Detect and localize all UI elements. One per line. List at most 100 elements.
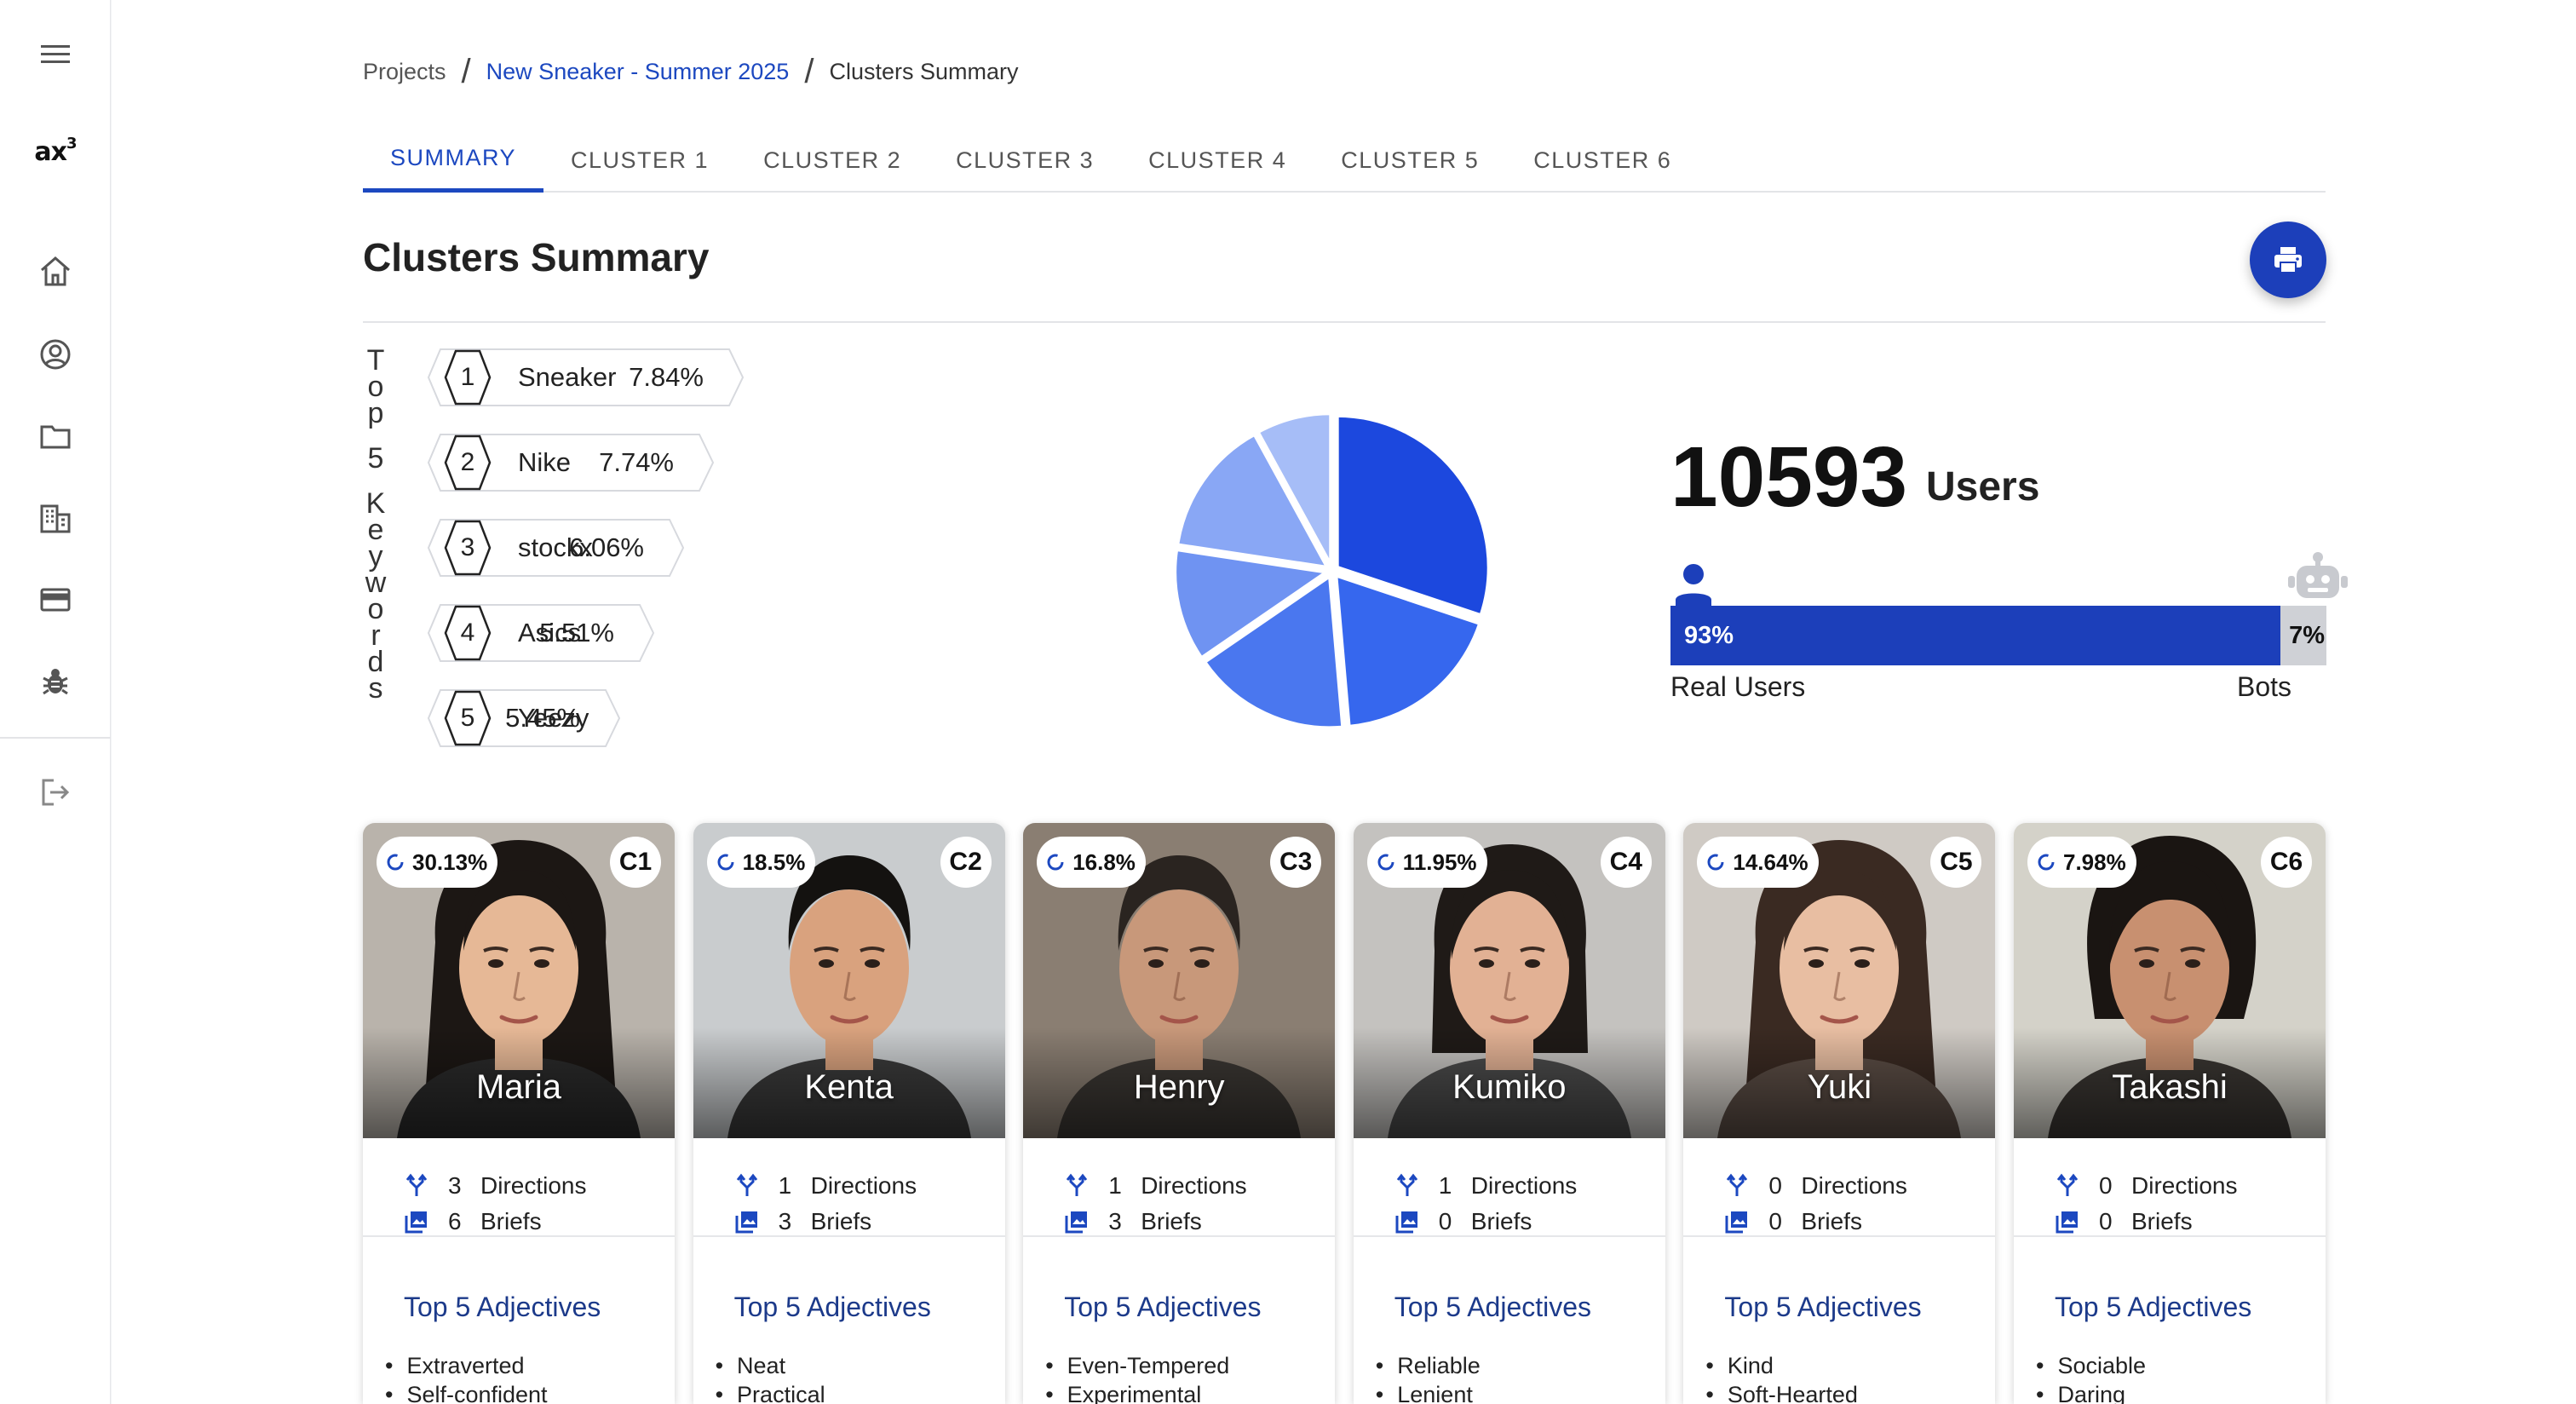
directions-stat: 3 Directions — [404, 1169, 586, 1203]
cluster-photo: Kumiko 11.95% C4 — [1353, 823, 1665, 1138]
adjectives-list: ExtravertedSelf-confident — [385, 1353, 547, 1404]
breadcrumb-current: Clusters Summary — [829, 58, 1019, 84]
cluster-card[interactable]: Kenta 18.5% C2 1 Directions 3 Briefs Top 5 Adje… — [693, 823, 1005, 1404]
image-stack-icon — [1725, 1211, 1748, 1234]
cluster-id-badge: C4 — [1600, 837, 1652, 888]
fork-icon — [1727, 1173, 1748, 1196]
keyword-row[interactable]: 2 Nike 7.74% — [427, 433, 716, 492]
briefs-count: 3 — [778, 1208, 792, 1234]
tab-cluster-4[interactable]: CLUSTER 4 — [1121, 128, 1314, 193]
fork-icon — [736, 1173, 757, 1196]
cluster-stats: 1 Directions 0 Briefs — [1353, 1138, 1665, 1237]
real-users-pct: 93% — [1684, 621, 1734, 649]
directions-stat: 1 Directions — [734, 1169, 917, 1203]
adjectives-list: Even-TemperedExperimental — [1045, 1353, 1230, 1404]
adjective-item: Daring — [2036, 1382, 2146, 1404]
cluster-photo: Maria 30.13% C1 — [363, 823, 675, 1138]
briefs-count: 0 — [1768, 1208, 1782, 1234]
keyword-rank: 2 — [460, 448, 475, 476]
bots-pct: 7% — [2289, 621, 2325, 649]
person-icon — [1676, 564, 1711, 609]
tab-cluster-2[interactable]: CLUSTER 2 — [736, 128, 929, 193]
tab-cluster-6[interactable]: CLUSTER 6 — [1506, 128, 1699, 193]
cluster-photo: Takashi 7.98% C6 — [2014, 823, 2326, 1138]
cluster-photo: Yuki 14.64% C5 — [1683, 823, 1996, 1138]
cluster-share-badge: 7.98% — [2027, 837, 2136, 888]
cluster-id-badge: C1 — [610, 837, 661, 888]
adjective-item: Neat — [716, 1353, 825, 1382]
adjective-item: Reliable — [1376, 1353, 1481, 1382]
directions-stat: 0 Directions — [1724, 1169, 1907, 1203]
adjective-item: Soft-Hearted — [1705, 1382, 1858, 1404]
account-icon[interactable] — [0, 320, 111, 388]
image-stack-icon — [1395, 1211, 1417, 1234]
briefs-stat: 3 Briefs — [734, 1205, 871, 1239]
bug-icon[interactable] — [0, 647, 111, 716]
adjective-item: Kind — [1705, 1353, 1858, 1382]
cluster-card[interactable]: Maria 30.13% C1 3 Directions 6 Briefs Top 5 Adj… — [363, 823, 675, 1404]
print-button[interactable] — [2250, 222, 2326, 298]
adjectives-title: Top 5 Adjectives — [1394, 1292, 1592, 1322]
bots-label: Bots — [2237, 671, 2292, 702]
image-stack-icon — [735, 1211, 757, 1234]
adjectives-title: Top 5 Adjectives — [1064, 1292, 1262, 1322]
briefs-label: Briefs — [1801, 1208, 1862, 1234]
briefs-stat: 0 Briefs — [1724, 1205, 1862, 1239]
cluster-card[interactable]: Yuki 14.64% C5 0 Directions 0 Briefs Top 5 Adje… — [1683, 823, 1996, 1404]
cluster-card[interactable]: Kumiko 11.95% C4 1 Directions 0 Briefs Top 5 Ad… — [1353, 823, 1665, 1404]
tab-cluster-1[interactable]: CLUSTER 1 — [543, 128, 736, 193]
briefs-label: Briefs — [1470, 1208, 1532, 1234]
tab-cluster-5[interactable]: CLUSTER 5 — [1314, 128, 1506, 193]
tab-cluster-3[interactable]: CLUSTER 3 — [929, 128, 1121, 193]
briefs-count: 6 — [448, 1208, 462, 1234]
keywords-title: Top5Keywords — [363, 346, 388, 703]
persona-name: Henry — [1133, 1068, 1225, 1106]
tab-bar: SUMMARY CLUSTER 1 CLUSTER 2 CLUSTER 3 CL… — [363, 128, 2326, 193]
directions-count: 1 — [1438, 1172, 1452, 1199]
users-count: 10593 — [1670, 429, 1908, 525]
fork-icon — [1396, 1173, 1417, 1196]
progress-ring-icon — [717, 854, 734, 871]
folder-icon[interactable] — [0, 402, 111, 470]
adjective-item: Practical — [716, 1382, 825, 1404]
menu-icon[interactable] — [0, 20, 111, 89]
logout-icon[interactable] — [0, 758, 111, 826]
persona-name: Kenta — [804, 1068, 894, 1106]
adjectives-title: Top 5 Adjectives — [1724, 1292, 1922, 1322]
tab-summary[interactable]: SUMMARY — [363, 128, 544, 193]
keyword-row[interactable]: 1 Sneaker 7.84% — [427, 348, 746, 407]
progress-ring-icon — [1707, 854, 1724, 871]
persona-name: Yuki — [1807, 1068, 1872, 1106]
keyword-row[interactable]: 4 Asics 5.51% — [427, 603, 657, 663]
cluster-card[interactable]: Henry 16.8% C3 1 Directions 3 Briefs Top 5 Adje… — [1023, 823, 1336, 1404]
cluster-id-badge: C3 — [1270, 837, 1322, 888]
home-icon[interactable] — [0, 237, 111, 305]
breadcrumb-project[interactable]: New Sneaker - Summer 2025 — [486, 59, 790, 85]
breadcrumb-projects[interactable]: Projects — [363, 59, 446, 85]
keyword-pct: 5.51% — [539, 618, 614, 647]
keyword-pct: 5.45% — [505, 703, 580, 733]
credit-card-icon[interactable] — [0, 566, 111, 634]
printer-icon — [2274, 247, 2302, 273]
directions-label: Directions — [1801, 1172, 1907, 1199]
keyword-pct: 7.74% — [599, 447, 674, 477]
keyword-row[interactable]: 5 Yeezy 5.45% — [427, 688, 623, 748]
page-title: Clusters Summary — [363, 235, 710, 279]
cluster-photo: Kenta 18.5% C2 — [693, 823, 1005, 1138]
cluster-card[interactable]: Takashi 7.98% C6 0 Directions 0 Briefs Top 5 Ad… — [2014, 823, 2326, 1404]
app-logo[interactable]: ax3 — [0, 135, 111, 167]
keyword-rank: 3 — [460, 533, 475, 561]
cluster-share-badge: 14.64% — [1697, 837, 1819, 888]
robot-icon — [2288, 552, 2348, 598]
fork-icon — [1067, 1173, 1088, 1196]
keyword-rank: 1 — [460, 363, 475, 391]
keyword-row[interactable]: 3 stockx 6.06% — [427, 518, 687, 578]
cluster-pie-chart — [1173, 411, 1491, 730]
keywords-title-char: 5 — [367, 442, 384, 475]
keyword-pct: 7.84% — [629, 362, 704, 392]
building-icon[interactable] — [0, 484, 111, 552]
adjective-item: Lenient — [1376, 1382, 1481, 1404]
directions-label: Directions — [480, 1172, 587, 1199]
directions-label: Directions — [1141, 1172, 1247, 1199]
directions-stat: 1 Directions — [1394, 1169, 1577, 1203]
